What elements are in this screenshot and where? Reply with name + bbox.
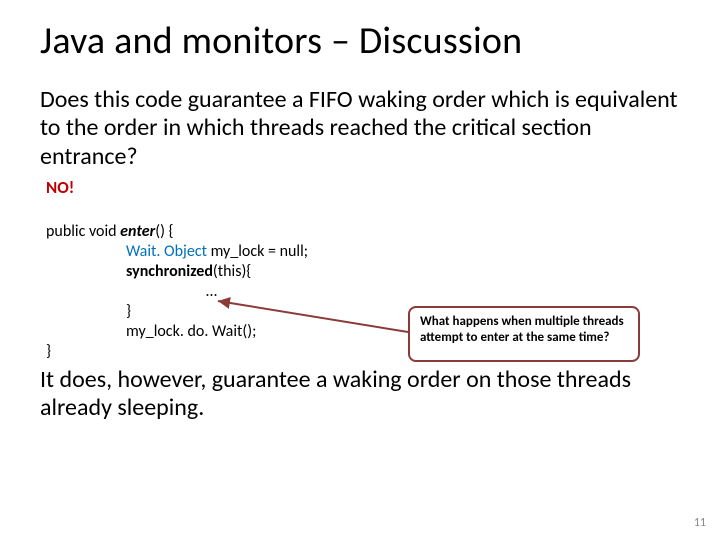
question-text: Does this code guarantee a FIFO waking o…	[40, 86, 680, 171]
callout-box: What happens when multiple threads attem…	[408, 306, 640, 362]
page-number: 11	[694, 516, 706, 530]
code-line-5: }	[46, 302, 131, 321]
code-line-4: …	[46, 282, 217, 301]
code-line-7: }	[46, 342, 51, 361]
code-line-1: public void enter() {	[46, 222, 174, 241]
slide: Java and monitors – Discussion Does this…	[0, 0, 720, 540]
answer-no: NO!	[46, 177, 680, 198]
code-line-6: my_lock. do. Wait();	[46, 322, 256, 341]
conclusion-text: It does, however, guarantee a waking ord…	[40, 366, 680, 423]
code-line-2: Wait. Object my_lock = null;	[46, 242, 308, 261]
slide-title: Java and monitors – Discussion	[40, 18, 680, 64]
code-line-3: synchronized(this){	[46, 262, 251, 281]
